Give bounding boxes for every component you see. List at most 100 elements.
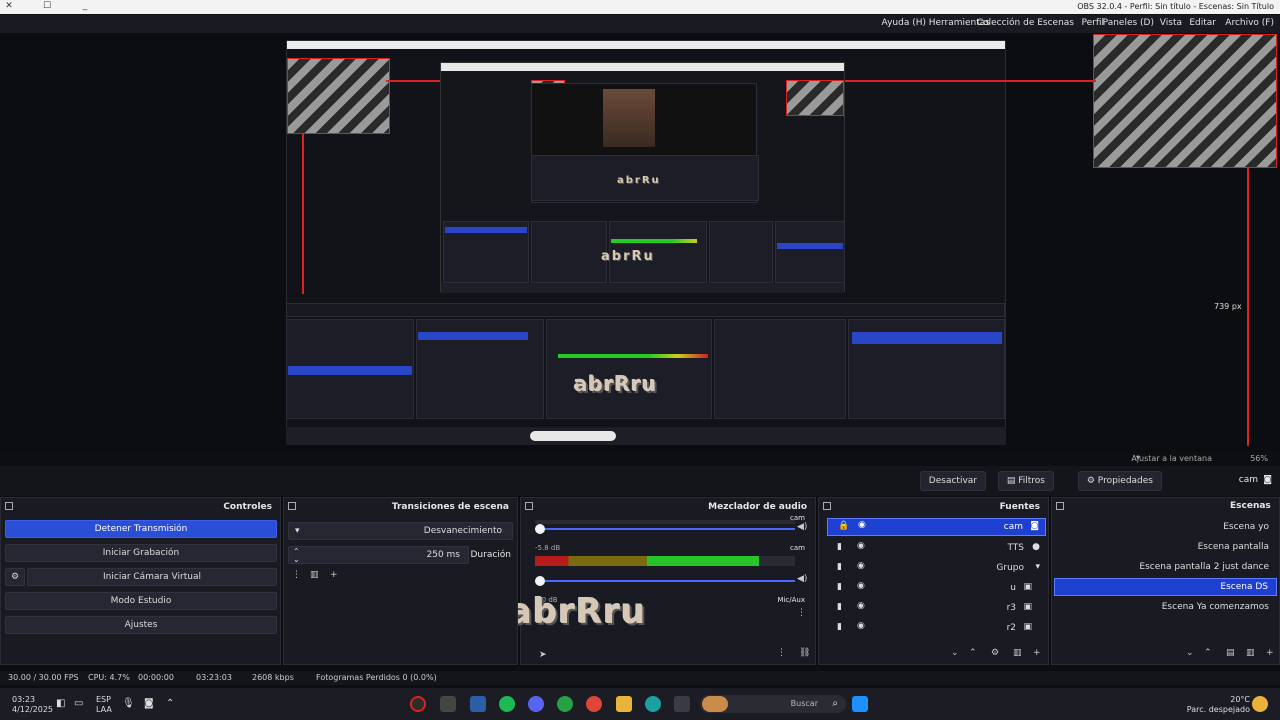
file-explorer-icon[interactable] <box>616 696 632 712</box>
source-bounding-box-large[interactable] <box>1093 34 1277 168</box>
settings-button[interactable]: Ajustes <box>5 616 277 634</box>
source-item[interactable]: ▮ ◉ u ▣ <box>827 580 1046 598</box>
trash-icon[interactable]: ▥ <box>1013 648 1022 658</box>
start-recording-button[interactable]: Iniciar Grabación <box>5 544 277 562</box>
chevron-down-icon[interactable]: ⌄ <box>1186 648 1194 658</box>
source-item[interactable]: ▮ ◉ TTS ● <box>827 540 1046 558</box>
weather-icon[interactable] <box>1252 696 1268 712</box>
whatsapp-icon[interactable] <box>557 696 573 712</box>
transition-select[interactable]: Desvanecimiento ▾ <box>288 522 513 540</box>
zoom-level[interactable]: 56% <box>1250 454 1268 463</box>
undock-icon[interactable] <box>823 502 831 510</box>
volume-slider[interactable] <box>535 528 795 530</box>
volume-knob[interactable] <box>535 576 545 586</box>
trash-icon[interactable]: ▥ <box>310 570 319 580</box>
lock-icon[interactable]: ▮ <box>837 542 842 552</box>
source-item[interactable]: ▮ ◉ r3 ▣ <box>827 600 1046 618</box>
more-options-icon[interactable]: ⋮ <box>292 570 301 580</box>
eye-icon[interactable]: ◉ <box>858 520 866 530</box>
undock-icon[interactable] <box>288 502 296 510</box>
lock-icon[interactable]: ▮ <box>837 562 842 572</box>
more-options-icon[interactable]: ⋮ <box>797 608 806 618</box>
chevron-down-icon[interactable]: ⌄ <box>951 648 959 658</box>
filter-icon[interactable]: ▤ <box>1226 648 1235 658</box>
deactivate-button[interactable]: Desactivar <box>919 471 986 491</box>
obs-icon[interactable] <box>410 696 426 712</box>
add-icon[interactable]: + <box>330 570 338 580</box>
properties-button[interactable]: ⚙ Propiedades <box>1077 471 1162 491</box>
chevron-down-icon[interactable]: ▾ <box>1035 562 1040 572</box>
speaker-icon[interactable]: ◀) <box>797 522 807 532</box>
scene-item-selected[interactable]: Escena DS <box>1054 578 1277 596</box>
microphone-icon[interactable]: 🎙 <box>122 698 135 709</box>
studio-mode-button[interactable]: Modo Estudio <box>5 592 277 610</box>
task-view-icon[interactable] <box>674 696 690 712</box>
weather-temp[interactable]: 20°C <box>1230 695 1250 704</box>
add-icon[interactable]: + <box>1266 648 1274 658</box>
scene-item[interactable]: Escena yo <box>1223 522 1269 540</box>
menu-file[interactable]: Archivo (F) <box>1225 18 1274 28</box>
chevron-down-icon[interactable]: ▾ <box>1136 453 1140 462</box>
scene-item[interactable]: Escena Ya comenzamos <box>1162 602 1269 620</box>
menu-help[interactable]: Ayuda (H) <box>882 18 926 28</box>
link-icon[interactable]: ⛓ <box>799 648 810 658</box>
fit-window-toggle[interactable]: Ajustar a la ventana <box>1131 454 1212 463</box>
stop-stream-button[interactable]: Detener Transmisión <box>5 520 277 538</box>
eye-icon[interactable]: ◉ <box>857 581 865 591</box>
menu-tools[interactable]: Herramientas <box>929 18 990 28</box>
source-item[interactable]: ▮ ◉ r2 ▣ <box>827 620 1046 638</box>
lock-icon[interactable]: ▮ <box>837 582 842 592</box>
source-bounding-box[interactable] <box>287 58 390 134</box>
more-options-icon[interactable]: ⋮ <box>777 648 786 658</box>
virtual-camera-button[interactable]: Iniciar Cámara Virtual <box>27 568 277 586</box>
close-window-button[interactable]: ✕ <box>2 1 16 13</box>
windows-start-icon[interactable] <box>852 696 868 712</box>
menu-docks[interactable]: Paneles (D) <box>1103 18 1154 28</box>
notification-icon[interactable]: ◧ <box>56 698 65 709</box>
app-icon[interactable] <box>440 696 456 712</box>
source-item-selected[interactable]: 🔒 ◉ cam ◙ <box>827 518 1046 536</box>
taskbar-search[interactable]: Buscar ⌕ <box>700 695 846 713</box>
lock-icon[interactable]: ▮ <box>837 602 842 612</box>
source-item[interactable]: ▮ ◉ Grupo ▾ <box>827 560 1046 578</box>
menu-edit[interactable]: Editar <box>1189 18 1216 28</box>
add-icon[interactable]: + <box>1033 648 1041 658</box>
menu-view[interactable]: Vista <box>1160 18 1182 28</box>
filters-button[interactable]: ▤ Filtros <box>997 471 1054 491</box>
lock-icon[interactable]: ▮ <box>837 622 842 632</box>
minimize-window-button[interactable]: _ <box>78 1 92 13</box>
chevron-up-icon[interactable]: ⌃ <box>1204 648 1212 658</box>
display-icon[interactable]: ▭ <box>74 698 83 709</box>
volume-slider[interactable] <box>535 580 795 582</box>
menu-profile[interactable]: Perfil <box>1081 18 1104 28</box>
clock-time[interactable]: 03:23 <box>12 695 35 704</box>
undock-icon[interactable] <box>1056 502 1064 510</box>
spotify-icon[interactable] <box>499 696 515 712</box>
menu-scene-collection[interactable]: Colección de Escenas <box>977 18 1074 28</box>
discord-icon[interactable] <box>528 696 544 712</box>
chrome-icon[interactable] <box>586 696 602 712</box>
chevron-down-icon[interactable]: ⌄ <box>293 552 300 568</box>
chevron-up-icon[interactable]: ⌃ <box>969 648 977 658</box>
undock-icon[interactable] <box>525 502 533 510</box>
app-icon[interactable] <box>470 696 486 712</box>
volume-knob[interactable] <box>535 524 545 534</box>
maximize-window-button[interactable]: ☐ <box>40 1 54 13</box>
clock-date[interactable]: 4/12/2025 <box>12 705 53 714</box>
gear-icon[interactable]: ⚙ <box>5 568 25 586</box>
eye-icon[interactable]: ◉ <box>857 561 865 571</box>
duration-input[interactable]: 250 ms ⌃ ⌄ <box>288 546 469 564</box>
gear-icon[interactable]: ⚙ <box>991 648 999 658</box>
chevron-up-icon[interactable]: ⌃ <box>166 698 174 709</box>
trash-icon[interactable]: ▥ <box>1246 648 1255 658</box>
speaker-icon[interactable]: ◀) <box>797 574 807 584</box>
eye-icon[interactable]: ◉ <box>857 621 865 631</box>
scene-item[interactable]: Escena pantalla <box>1198 542 1269 560</box>
lock-icon[interactable]: 🔒 <box>838 521 849 531</box>
camera-icon[interactable]: ◙ <box>144 698 154 709</box>
language-indicator[interactable]: ESP <box>96 695 111 704</box>
undock-icon[interactable] <box>5 502 13 510</box>
language-indicator-2[interactable]: LAA <box>96 705 112 714</box>
edge-icon[interactable] <box>645 696 661 712</box>
eye-icon[interactable]: ◉ <box>857 601 865 611</box>
